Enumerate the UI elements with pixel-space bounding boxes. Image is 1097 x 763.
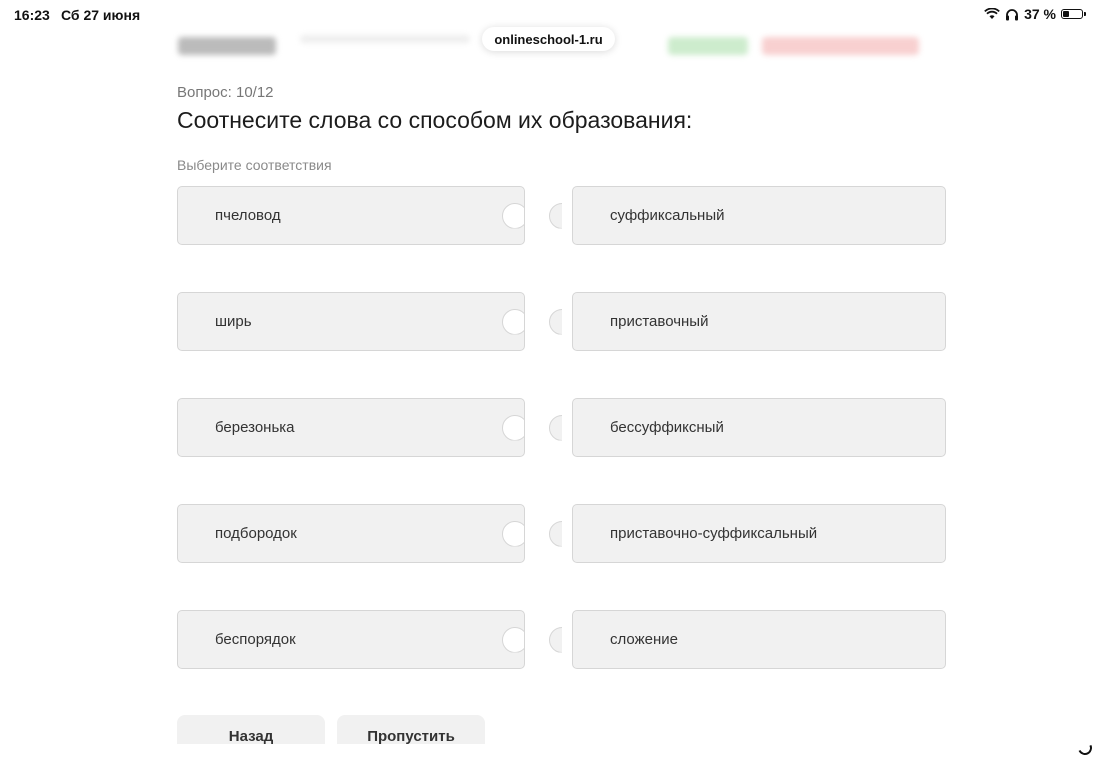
match-left-label: подбородок [215, 525, 297, 542]
match-left-label: ширь [215, 313, 252, 330]
match-right-label: приставочно-суффиксальный [610, 525, 818, 542]
status-time: 16:23 [14, 7, 50, 23]
blurred-header-red-button [762, 37, 919, 55]
puzzle-notch [502, 202, 524, 229]
match-right-item[interactable]: сложение [549, 610, 946, 669]
status-bar: 16:23 Сб 27 июня 37 % [0, 0, 1097, 30]
match-right-item[interactable]: приставочно-суффиксальный [549, 504, 946, 563]
url-bar[interactable]: onlineschool-1.ru [482, 27, 615, 51]
blurred-header-green-button [668, 37, 748, 55]
match-left-item[interactable]: пчеловод [177, 186, 525, 245]
question-counter: Вопрос: 10/12 [177, 84, 274, 101]
question-title: Соотнесите слова со способом их образова… [177, 107, 693, 133]
match-left-item[interactable]: березонька [177, 398, 525, 457]
match-right-item[interactable]: суффиксальный [549, 186, 946, 245]
battery-percent: 37 % [1024, 6, 1056, 22]
bottom-edge [0, 744, 1097, 763]
match-left-label: беспорядок [215, 631, 296, 648]
puzzle-knob [549, 414, 562, 441]
puzzle-notch [502, 308, 524, 335]
status-date: Сб 27 июня [61, 7, 141, 23]
match-right-label: суффиксальный [610, 207, 725, 224]
puzzle-knob [549, 520, 562, 547]
match-right-item[interactable]: приставочный [549, 292, 946, 351]
match-left-item[interactable]: подбородок [177, 504, 525, 563]
match-right-label: бессуффиксный [610, 419, 724, 436]
puzzle-knob [549, 202, 562, 229]
match-left-item[interactable]: беспорядок [177, 610, 525, 669]
battery-fill [1063, 11, 1069, 17]
match-right-label: сложение [610, 631, 678, 648]
headphones-icon [1006, 8, 1019, 20]
puzzle-notch [502, 520, 524, 547]
match-left-label: пчеловод [215, 207, 281, 224]
match-right-item[interactable]: бессуффиксный [549, 398, 946, 457]
blurred-header-logo [178, 37, 276, 55]
match-left-label: березонька [215, 419, 295, 436]
blurred-header-nav [300, 35, 470, 43]
question-hint: Выберите соответствия [177, 157, 332, 173]
match-left-item[interactable]: ширь [177, 292, 525, 351]
status-right: 37 % [984, 6, 1086, 22]
battery-icon [1061, 9, 1086, 19]
puzzle-notch [502, 626, 524, 653]
match-right-label: приставочный [610, 313, 709, 330]
puzzle-knob [549, 626, 562, 653]
puzzle-notch [502, 414, 524, 441]
puzzle-knob [549, 308, 562, 335]
wifi-icon [984, 8, 1000, 19]
